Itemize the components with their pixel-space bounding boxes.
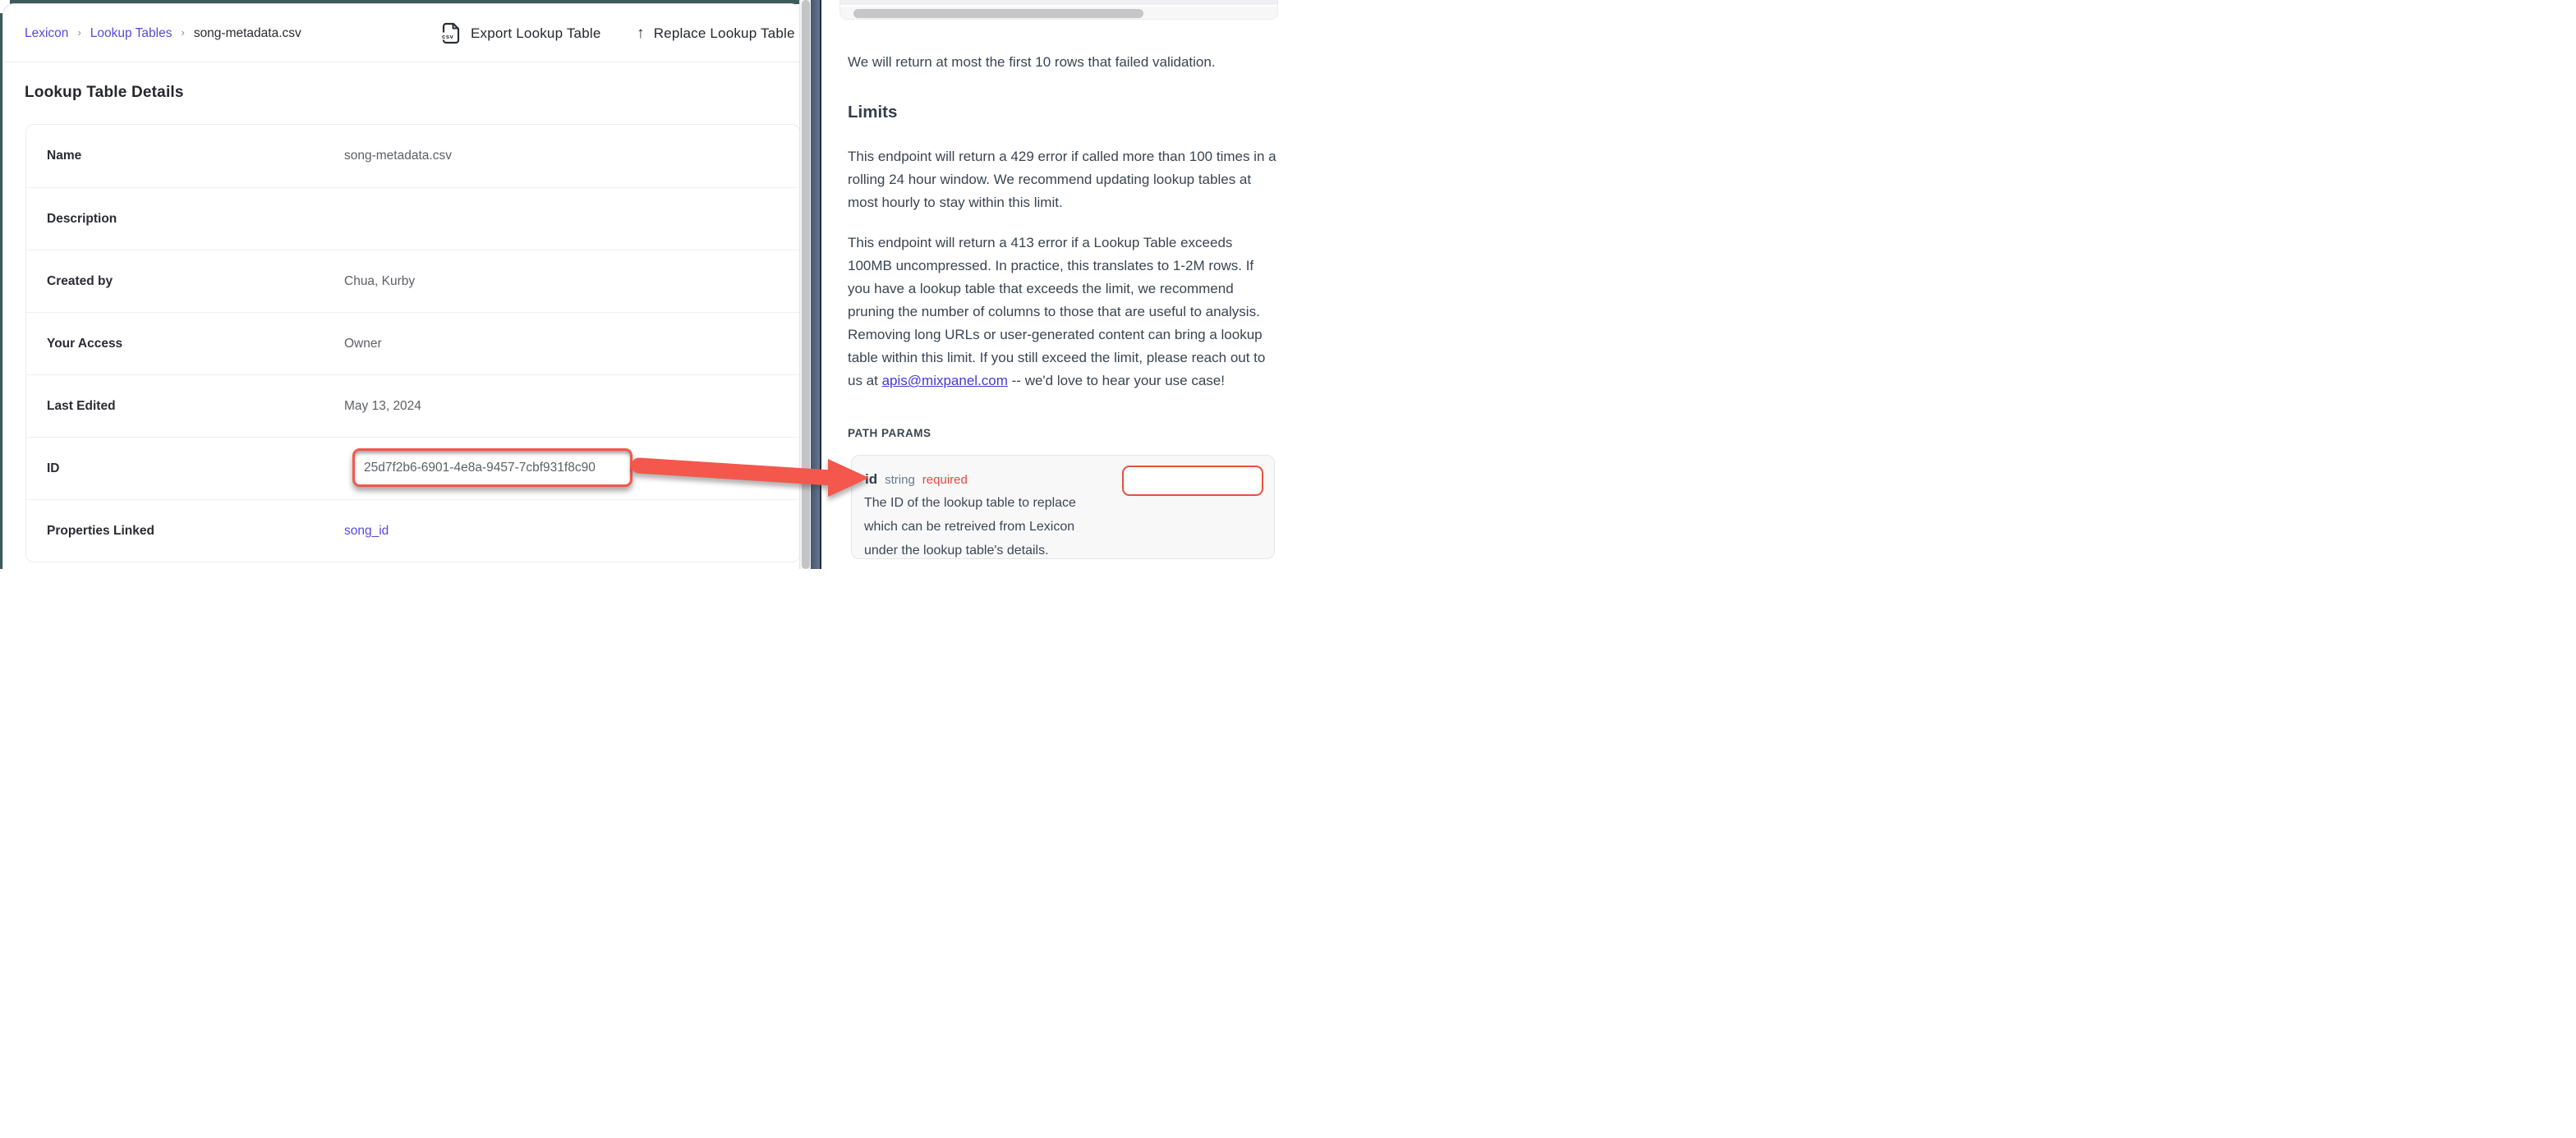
row-label: ID [26, 461, 344, 476]
replace-lookup-table-button[interactable]: ↑ Replace Lookup Table [637, 4, 795, 62]
panel-divider-edge [820, 0, 822, 569]
row-label: Name [26, 149, 344, 163]
param-type: string [885, 473, 915, 487]
export-button-label: Export Lookup Table [471, 25, 601, 42]
row-label: Last Edited [26, 399, 344, 414]
svg-text:csv: csv [442, 34, 453, 41]
breadcrumb: Lexicon › Lookup Tables › song-metadata.… [25, 4, 301, 62]
replace-button-label: Replace Lookup Table [654, 25, 795, 42]
table-row-name: Name song-metadata.csv [26, 125, 799, 187]
export-lookup-table-button[interactable]: csv Export Lookup Table [441, 4, 601, 62]
horizontal-scrollbar-thumb[interactable] [853, 9, 1143, 18]
param-name: id [865, 471, 877, 488]
row-value: song-metadata.csv [344, 149, 452, 163]
table-row-last-edited: Last Edited May 13, 2024 [26, 374, 799, 437]
upload-arrow-icon: ↑ [637, 25, 645, 43]
paragraph-text: -- we'd love to hear your use case! [1008, 373, 1225, 388]
api-docs-panel: We will return at most the first 10 rows… [821, 0, 1288, 569]
docs-horizontal-scrollbar[interactable] [840, 0, 1278, 20]
row-label: Created by [26, 274, 344, 289]
lookup-table-id-value: 25d7f2b6-6901-4e8a-9457-7cbf931f8c90 [355, 461, 596, 475]
table-row-id: ID 25d7f2b6-6901-4e8a-9457-7cbf931f8c90 [26, 437, 799, 499]
song-id-property-link[interactable]: song_id [344, 524, 389, 539]
breadcrumb-lexicon-link[interactable]: Lexicon [25, 26, 68, 41]
breadcrumb-lookup-tables-link[interactable]: Lookup Tables [90, 26, 172, 41]
breadcrumb-separator-icon: › [77, 26, 80, 39]
row-value: May 13, 2024 [344, 399, 421, 414]
breadcrumb-current-page: song-metadata.csv [194, 26, 301, 41]
row-label: Description [26, 212, 344, 227]
row-label: Your Access [26, 337, 344, 351]
panel-header: Lexicon › Lookup Tables › song-metadata.… [3, 4, 799, 62]
limits-paragraph-413: This endpoint will return a 413 error if… [848, 232, 1278, 392]
table-row-properties-linked: Properties Linked song_id [26, 499, 799, 562]
id-value-highlight-box: 25d7f2b6-6901-4e8a-9457-7cbf931f8c90 [352, 448, 632, 487]
apis-mixpanel-email-link[interactable]: apis@mixpanel.com [882, 373, 1008, 388]
csv-file-icon: csv [441, 22, 460, 44]
row-value: Owner [344, 337, 382, 351]
screen: Lexicon › Lookup Tables › song-metadata.… [0, 0, 1288, 569]
id-param-input[interactable] [1122, 466, 1263, 496]
table-row-your-access: Your Access Owner [26, 312, 799, 374]
table-row-description: Description [26, 187, 799, 250]
path-param-card-id: id string required The ID of the lookup … [851, 455, 1275, 559]
page-title: Lookup Table Details [25, 84, 184, 102]
docs-intro-text: We will return at most the first 10 rows… [848, 52, 1278, 73]
table-row-created-by: Created by Chua, Kurby [26, 250, 799, 312]
limits-heading: Limits [848, 103, 897, 122]
left-panel-vertical-scrollbar[interactable] [799, 0, 811, 569]
breadcrumb-separator-icon: › [181, 26, 184, 39]
path-params-heading: PATH PARAMS [848, 427, 932, 439]
vertical-scrollbar-thumb[interactable] [802, 0, 810, 569]
lookup-table-panel: Lexicon › Lookup Tables › song-metadata.… [2, 3, 799, 569]
panel-resize-divider[interactable] [811, 0, 820, 569]
param-description: The ID of the lookup table to replace wh… [864, 491, 1102, 562]
row-value: Chua, Kurby [344, 274, 415, 289]
limits-paragraph-429: This endpoint will return a 429 error if… [848, 145, 1278, 214]
param-header: id string required [865, 471, 968, 488]
lookup-table-details-card: Name song-metadata.csv Description Creat… [25, 124, 799, 562]
row-label: Properties Linked [26, 524, 344, 539]
param-required-badge: required [922, 473, 968, 487]
paragraph-text: This endpoint will return a 413 error if… [848, 235, 1265, 388]
